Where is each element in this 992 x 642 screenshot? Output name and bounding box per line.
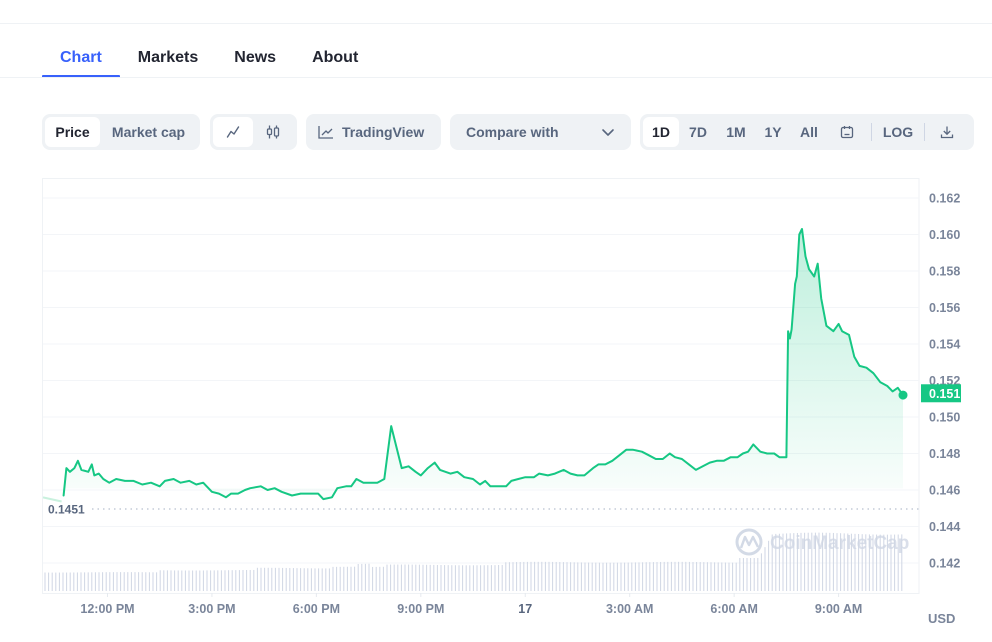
y-tick-label: 0.156 — [929, 301, 960, 315]
currency-label: USD — [928, 611, 955, 626]
y-tick-label: 0.158 — [929, 265, 960, 279]
tab-chart[interactable]: Chart — [42, 40, 120, 78]
date-range-button[interactable] — [827, 117, 867, 147]
x-tick-label: 6:00 AM — [710, 602, 757, 616]
current-price-label: 0.151 — [929, 387, 960, 401]
compare-with-dropdown[interactable]: Compare with — [450, 114, 631, 150]
range-1d-button[interactable]: 1D — [643, 117, 679, 147]
calendar-icon — [840, 126, 854, 139]
coinmarketcap-logo-icon — [735, 528, 763, 556]
log-scale-button[interactable]: LOG — [876, 117, 920, 147]
y-tick-label: 0.150 — [929, 411, 960, 425]
x-tick-label: 12:00 PM — [80, 602, 134, 616]
range-all-button[interactable]: All — [791, 117, 827, 147]
line-chart-icon — [226, 126, 240, 138]
watermark-text: CoinMarketCap — [770, 533, 909, 554]
x-tick-label: 3:00 PM — [188, 602, 235, 616]
watermark: CoinMarketCap — [735, 528, 909, 556]
market-cap-button[interactable]: Market cap — [100, 117, 197, 147]
price-area — [63, 229, 904, 500]
x-tick-label: 9:00 AM — [815, 602, 862, 616]
candlestick-button[interactable] — [253, 117, 293, 147]
price-chart-svg: 0.1620.1600.1580.1560.1540.1520.1500.148… — [42, 178, 961, 626]
toolbar-divider — [924, 123, 925, 141]
price-button[interactable]: Price — [45, 117, 100, 147]
y-tick-label: 0.144 — [929, 520, 960, 534]
top-divider — [0, 23, 992, 24]
tradingview-label: TradingView — [342, 124, 425, 140]
candlestick-icon — [266, 125, 280, 139]
x-tick-label: 17 — [518, 602, 532, 616]
y-tick-label: 0.162 — [929, 192, 960, 206]
range-1y-button[interactable]: 1Y — [755, 117, 791, 147]
x-tick-label: 3:00 AM — [606, 602, 653, 616]
time-range-selector: 1D 7D 1M 1Y All LOG — [640, 114, 974, 150]
range-7d-button[interactable]: 7D — [679, 117, 717, 147]
tradingview-button[interactable]: TradingView — [306, 114, 441, 150]
y-tick-label: 0.160 — [929, 228, 960, 242]
chevron-down-icon — [602, 129, 614, 136]
current-price-dot — [898, 390, 908, 400]
x-tick-label: 9:00 PM — [397, 602, 444, 616]
tab-markets[interactable]: Markets — [120, 40, 216, 77]
compare-with-label: Compare with — [466, 124, 559, 140]
tab-news[interactable]: News — [216, 40, 294, 77]
download-icon — [940, 126, 954, 139]
price-chart[interactable]: 0.162 0.160 0.158 0.156 0.154 0.152 0.150 0.148… — [42, 178, 992, 642]
price-lead-in — [42, 496, 62, 503]
chart-type-toggle: Price Market cap — [42, 114, 200, 150]
chart-style-toggle — [210, 114, 297, 150]
range-1m-button[interactable]: 1M — [717, 117, 755, 147]
tab-about[interactable]: About — [294, 40, 376, 77]
y-tick-label: 0.146 — [929, 484, 960, 498]
tabs-divider — [0, 77, 992, 78]
y-tick-label: 0.142 — [929, 557, 960, 571]
download-button[interactable] — [929, 117, 965, 147]
toolbar-divider — [871, 123, 872, 141]
tab-bar: Chart Markets News About — [42, 40, 376, 78]
line-chart-button[interactable] — [213, 117, 253, 147]
y-tick-label: 0.154 — [929, 338, 960, 352]
open-price-label: 0.1451 — [48, 503, 85, 517]
x-tick-label: 6:00 PM — [293, 602, 340, 616]
y-tick-label: 0.148 — [929, 447, 960, 461]
tradingview-icon — [318, 126, 333, 139]
